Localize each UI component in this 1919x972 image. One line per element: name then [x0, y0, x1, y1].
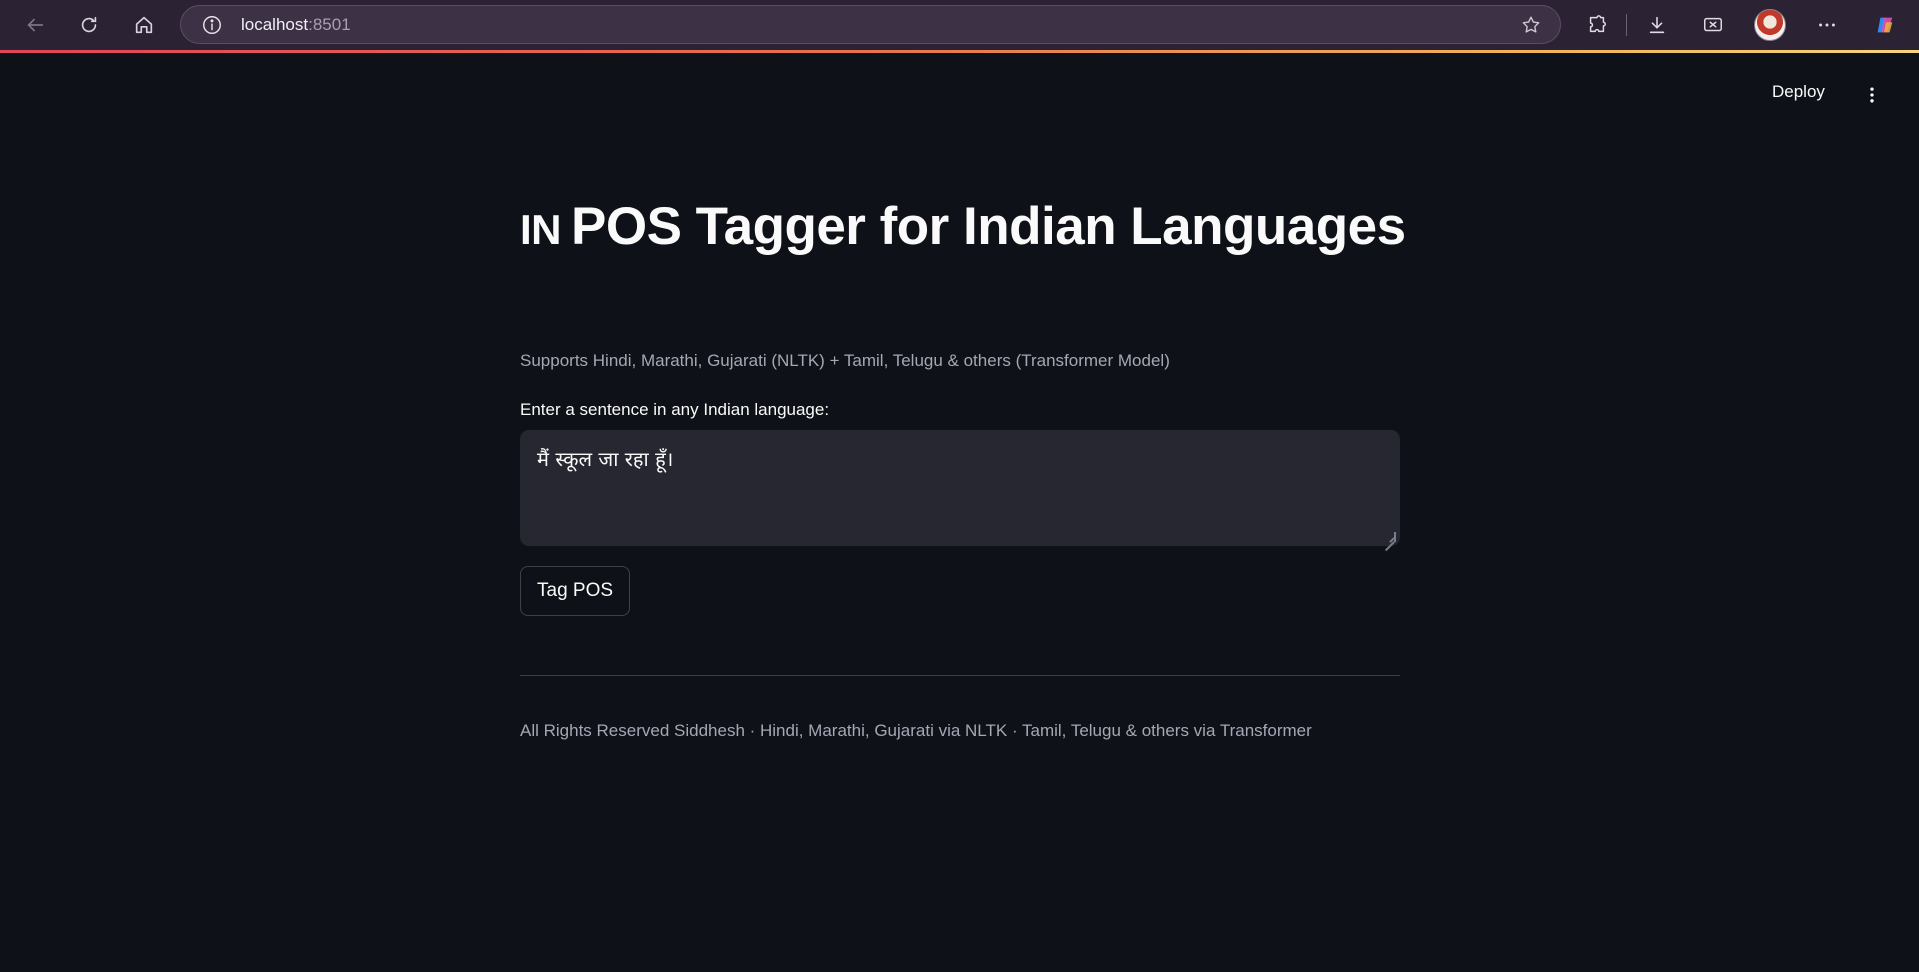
downloads-button[interactable]	[1640, 8, 1674, 42]
more-horizontal-icon	[1819, 23, 1835, 27]
sentence-input[interactable]: मैं स्कूल जा रहा हूँ।	[520, 430, 1400, 546]
reload-button[interactable]	[72, 8, 106, 42]
puzzle-icon	[1589, 15, 1606, 33]
browser-menu-button[interactable]	[1810, 8, 1844, 42]
browser-toolbar: localhost:8501	[0, 0, 1919, 50]
toolbar-separator	[1626, 14, 1627, 36]
address-bar[interactable]: localhost:8501	[180, 5, 1561, 44]
sentence-input-label: Enter a sentence in any Indian language:	[520, 400, 830, 419]
home-icon	[135, 16, 153, 34]
textarea-resize-handle[interactable]	[1386, 532, 1396, 542]
copilot-button[interactable]	[1868, 8, 1902, 42]
info-icon[interactable]	[201, 14, 223, 36]
reload-icon	[81, 16, 97, 33]
arrow-left-icon	[27, 18, 44, 32]
extensions-button[interactable]	[1580, 8, 1614, 42]
divider	[520, 675, 1400, 676]
footer-text: All Rights Reserved Siddhesh · Hindi, Ma…	[520, 721, 1312, 740]
url-text: localhost:8501	[241, 15, 351, 35]
tag-pos-button[interactable]: Tag POS	[520, 566, 631, 616]
subtitle-text: Supports Hindi, Marathi, Gujarati (NLTK)…	[520, 351, 1170, 370]
url-host: localhost	[241, 14, 309, 34]
page-title-text: POS Tagger for Indian Languages	[571, 197, 1406, 256]
home-button[interactable]	[127, 8, 161, 42]
more-vertical-icon	[1870, 87, 1874, 103]
page-loading-accent	[0, 50, 1919, 53]
screenshot-icon	[1704, 17, 1722, 32]
profile-avatar[interactable]	[1754, 9, 1786, 41]
deploy-button[interactable]: Deploy	[1772, 82, 1825, 108]
flag-label: IN	[520, 206, 562, 253]
copilot-icon	[1877, 17, 1893, 33]
url-port: :8501	[308, 14, 351, 34]
screenshot-button[interactable]	[1696, 8, 1730, 42]
back-button[interactable]	[18, 8, 52, 42]
star-icon[interactable]	[1520, 14, 1542, 36]
download-icon	[1649, 16, 1665, 34]
app-menu-button[interactable]	[1860, 82, 1884, 108]
page-title: IN POS Tagger for Indian Languages	[520, 196, 1406, 257]
